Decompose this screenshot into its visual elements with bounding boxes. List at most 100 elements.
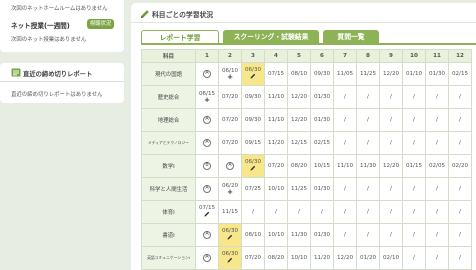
report-cell: / [448, 246, 472, 270]
due-date: 02/10 [382, 255, 400, 261]
due-date: 09/30 [244, 117, 262, 123]
tab-questions[interactable]: 質問一覧 [323, 30, 379, 44]
report-cell: 11/10 [264, 108, 288, 132]
tab-schooling-exam[interactable]: スクーリング・試験結果 [223, 30, 319, 44]
report-cell: 02/05 [425, 154, 449, 178]
report-cell[interactable]: A [195, 62, 219, 86]
due-date: 02/15 [451, 71, 469, 77]
report-cell[interactable]: 06/30 [218, 223, 242, 247]
viewing-status-button[interactable]: 視聴状況 [87, 19, 114, 29]
column-header: 10 [402, 49, 426, 63]
due-date: 07/20 [221, 140, 239, 146]
due-date: 01/10 [405, 71, 423, 77]
report-cell: / [379, 223, 403, 247]
report-cell: 11/30 [356, 154, 380, 178]
subject-cell[interactable]: 体育Ⅰ [141, 200, 196, 224]
report-cell: / [402, 108, 426, 132]
grade-badge: A [203, 116, 211, 124]
subject-cell[interactable]: 数学Ⅰ [141, 154, 196, 178]
report-cell: / [333, 85, 357, 109]
report-cell: / [356, 108, 380, 132]
due-date: 11/15 [221, 209, 239, 215]
subject-cell[interactable]: 地理総合 [141, 108, 196, 132]
report-cell[interactable]: A [218, 154, 242, 178]
report-cell: / [402, 246, 426, 270]
due-date: 09/30 [244, 94, 262, 100]
report-cell[interactable]: A [195, 131, 219, 155]
report-cell[interactable]: A [195, 177, 219, 201]
deadline-note: 直近の締め切りレポートはありません [11, 92, 103, 98]
subject-cell[interactable]: メディアとテクノロジー [141, 131, 196, 155]
column-header: 8 [356, 49, 380, 63]
grade-badge: A [203, 139, 211, 147]
column-header: 1 [195, 49, 219, 63]
due-date: 08/10 [244, 232, 262, 238]
grade-badge: A [226, 162, 234, 170]
report-cell[interactable]: A [195, 108, 219, 132]
due-date: / [459, 255, 461, 261]
subject-cell[interactable]: 現代の国語 [141, 62, 196, 86]
report-cell: 01/30 [310, 108, 334, 132]
report-cell[interactable]: B [195, 154, 219, 178]
report-cell: / [448, 108, 472, 132]
report-cell: 08/20 [264, 246, 288, 270]
pencil-icon[interactable] [243, 165, 264, 173]
table-row: 数学Ⅰ B A 06/30 07/20 08/20 10/15 11/10 11/30 12/20… [141, 154, 472, 178]
report-cell[interactable]: 06/30 [241, 154, 265, 178]
column-header: 12 [448, 49, 472, 63]
report-cell: / [425, 246, 449, 270]
subject-cell[interactable]: 科学と人間生活 [141, 177, 196, 201]
report-table: 科目 1 2 3 4 5 6 7 8 9 10 11 12 現代の国語 A 06/10 +06/30 07/1… [141, 49, 472, 270]
subject-cell[interactable]: 書道Ⅰ [141, 223, 196, 247]
report-cell[interactable]: A [195, 223, 219, 247]
net-class-note: 次回のネット授業はありません [11, 37, 87, 43]
due-date: / [390, 94, 392, 100]
grade-badge: B [203, 162, 211, 170]
due-date: 02/20 [451, 163, 469, 169]
report-cell[interactable]: 06/30 [241, 62, 265, 86]
due-date: 08/10 [290, 71, 308, 77]
pencil-icon[interactable] [243, 73, 264, 81]
due-date: 09/30 [313, 71, 331, 77]
report-cell: 09/30 [241, 108, 265, 132]
grade-badge: A [203, 70, 211, 78]
due-date: / [390, 140, 392, 146]
report-cell[interactable]: A [195, 246, 219, 270]
report-cell: 01/20 [356, 246, 380, 270]
due-date: 11/10 [267, 94, 285, 100]
subject-cell[interactable]: 英語コミュニケーションⅠ [141, 246, 196, 270]
report-cell[interactable]: 06/30 [218, 246, 242, 270]
report-cell: 06/20 + [218, 177, 242, 201]
report-cell: / [356, 223, 380, 247]
report-cell: / [425, 85, 449, 109]
due-date: / [344, 140, 346, 146]
due-date: 11/20 [313, 255, 331, 261]
report-cell: 09/30 [310, 62, 334, 86]
subject-cell[interactable]: 歴史総合 [141, 85, 196, 109]
due-date: 12/15 [290, 140, 308, 146]
due-date: 02/15 [313, 140, 331, 146]
report-cell: / [333, 223, 357, 247]
due-date: / [367, 232, 369, 238]
report-cell[interactable]: 07/15 [195, 200, 219, 224]
due-date: 01/30 [313, 186, 331, 192]
submitted-mark: + [227, 72, 233, 81]
submitted-mark: + [227, 187, 233, 196]
due-date: 07/20 [221, 117, 239, 123]
pencil-icon [141, 10, 149, 18]
due-date: 11/10 [267, 117, 285, 123]
due-date: / [413, 94, 415, 100]
due-date: 07/25 [244, 186, 262, 192]
due-date: 01/30 [313, 232, 331, 238]
tab-report-study[interactable]: レポート学習 [141, 30, 219, 44]
pencil-icon[interactable] [197, 211, 218, 219]
report-cell: 12/20 [379, 62, 403, 86]
report-cell: / [264, 200, 288, 224]
table-header-row: 科目 1 2 3 4 5 6 7 8 9 10 11 12 [141, 49, 472, 63]
due-date: / [344, 117, 346, 123]
pencil-icon[interactable] [220, 257, 241, 265]
due-date: 12/20 [382, 71, 400, 77]
pencil-icon[interactable] [220, 234, 241, 242]
due-date: 11/05 [336, 71, 354, 77]
report-cell: 10/15 [310, 154, 334, 178]
